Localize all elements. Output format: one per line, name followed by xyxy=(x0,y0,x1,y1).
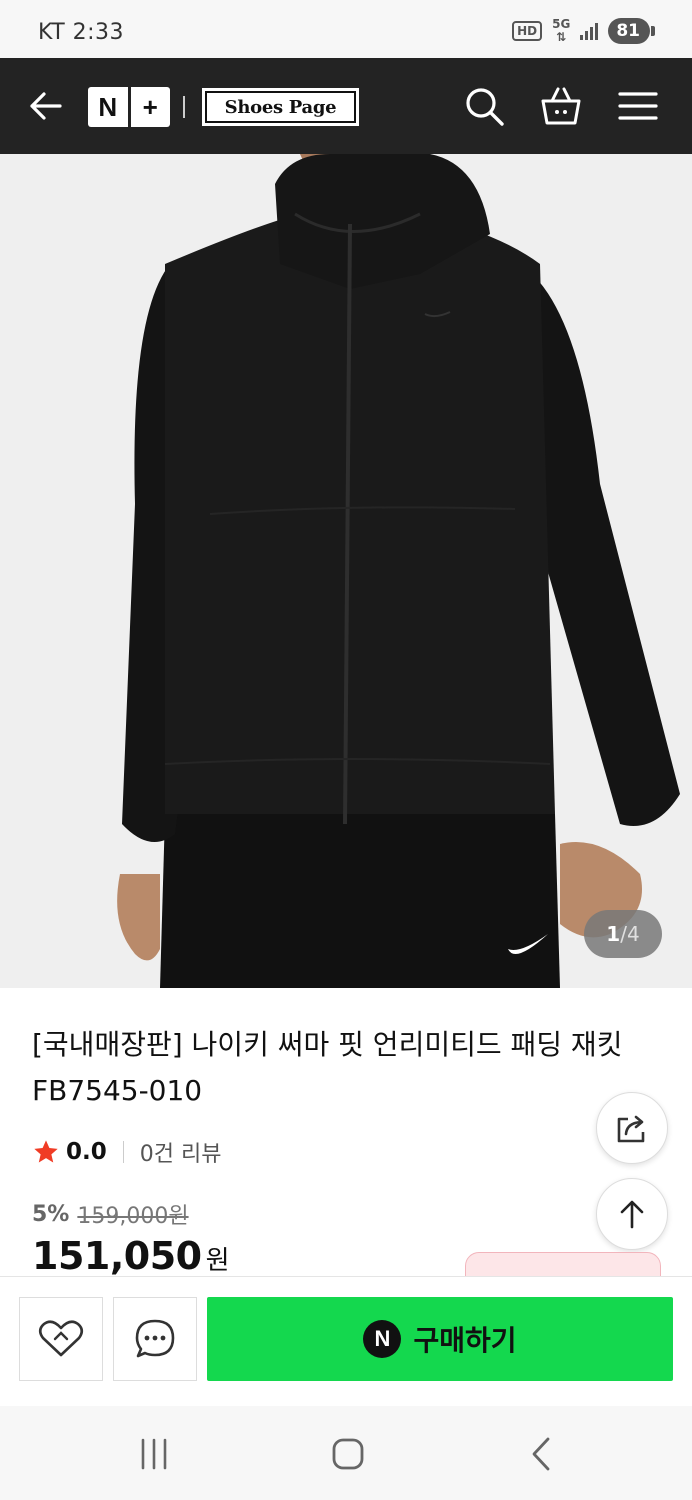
discount-percent: 5% xyxy=(32,1201,70,1227)
share-icon xyxy=(617,1115,645,1143)
jacket-illustration xyxy=(0,154,692,988)
currency-label: 원 xyxy=(205,1246,230,1276)
naver-plus-logo[interactable]: N + xyxy=(88,87,170,127)
app-header: N + Shoes Page xyxy=(0,58,692,154)
header-divider xyxy=(183,96,185,118)
arrow-up-icon xyxy=(620,1200,644,1229)
logo-n: N xyxy=(98,91,118,122)
discount-row: 5% 159,000원 xyxy=(32,1198,189,1230)
recent-apps-icon[interactable] xyxy=(134,1434,174,1474)
back-arrow-icon[interactable] xyxy=(26,86,66,126)
image-counter: 1 / 4 xyxy=(584,910,662,958)
system-nav-bar xyxy=(0,1406,692,1500)
buy-button[interactable]: N 구매하기 xyxy=(207,1297,673,1381)
wishlist-button[interactable] xyxy=(19,1297,103,1381)
naver-pay-icon: N xyxy=(363,1320,402,1358)
heart-icon xyxy=(38,1320,84,1357)
star-icon xyxy=(34,1140,58,1163)
original-price: 159,000원 xyxy=(77,1204,189,1229)
status-bar: KT 2:33 HD 5G ⇅ 81 xyxy=(0,0,692,58)
search-icon[interactable] xyxy=(462,84,506,128)
rating-row[interactable]: 0.0 0건 리뷰 xyxy=(32,1136,221,1168)
chat-icon xyxy=(135,1319,175,1358)
bottom-action-bar: N 구매하기 xyxy=(0,1276,692,1406)
product-title: [국내매장판] 나이키 써마 핏 언리미티드 패딩 재킷 FB7545-010 xyxy=(32,1028,623,1107)
network-5g-icon: 5G ⇅ xyxy=(552,17,571,44)
menu-icon[interactable] xyxy=(616,84,660,128)
carrier-time: KT 2:33 xyxy=(38,20,125,45)
nav-back-icon[interactable] xyxy=(522,1434,562,1474)
scroll-top-button[interactable] xyxy=(596,1178,668,1250)
price-row: 151,050 원 xyxy=(32,1234,230,1278)
home-icon[interactable] xyxy=(328,1434,368,1474)
hd-icon: HD xyxy=(512,21,543,41)
chat-button[interactable] xyxy=(113,1297,197,1381)
cart-icon[interactable] xyxy=(539,84,583,128)
rating-score: 0.0 xyxy=(66,1139,107,1165)
signal-icon xyxy=(580,22,599,40)
store-logo[interactable]: Shoes Page xyxy=(202,88,359,126)
battery-icon: 81 xyxy=(608,18,655,44)
product-image[interactable] xyxy=(0,154,692,988)
share-button[interactable] xyxy=(596,1092,668,1164)
review-count[interactable]: 0건 리뷰 xyxy=(140,1136,222,1168)
buy-label: 구매하기 xyxy=(413,1324,517,1357)
status-icons: HD 5G ⇅ 81 xyxy=(512,17,655,44)
store-name: Shoes Page xyxy=(205,91,356,123)
sale-price: 151,050 xyxy=(32,1234,202,1278)
logo-plus: + xyxy=(142,91,158,122)
